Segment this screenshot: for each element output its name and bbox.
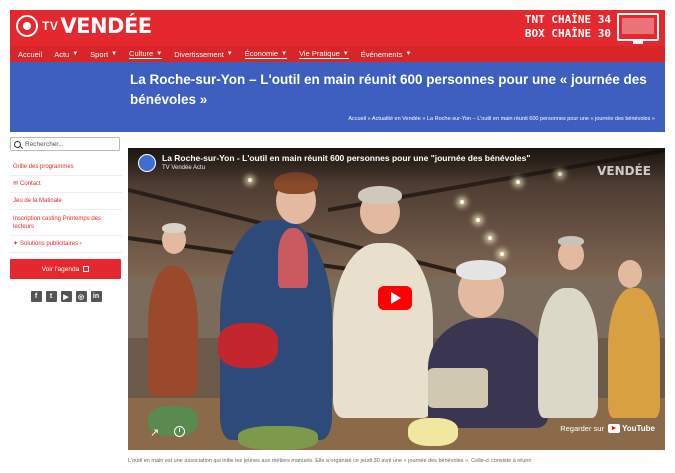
search-icon bbox=[14, 140, 21, 148]
facebook-icon[interactable]: f bbox=[30, 291, 42, 302]
social-links: f t ▶ ◎ in bbox=[10, 291, 122, 302]
page-title: La Roche-sur-Yon – L'outil en main réuni… bbox=[130, 72, 647, 107]
main-nav: Accueil Actu ▼ Sport ▼ Culture ▼ Divertisse… bbox=[10, 46, 665, 62]
channel-tnt: TNT CHAÎNE 34 bbox=[524, 13, 611, 26]
nav-item-economie[interactable]: Économie ▼ bbox=[244, 49, 288, 59]
sidebar: Rechercher... Grille des programmes ✉ Con… bbox=[10, 137, 122, 302]
sidebar-item-publicite[interactable]: ✦ Solutions publicitaires › bbox=[10, 236, 122, 253]
calendar-icon bbox=[83, 266, 90, 272]
tv-icon bbox=[617, 13, 659, 44]
mail-icon: ✉ bbox=[13, 181, 19, 187]
channel-info: TNT CHAÎNE 34 BOX CHAÎNE 30 bbox=[525, 13, 611, 41]
watch-on-label: Regarder sur bbox=[560, 424, 604, 433]
article-intro: L'outil en main est une association qui … bbox=[128, 458, 532, 464]
nav-item-culture[interactable]: Culture ▼ bbox=[129, 49, 163, 59]
video-watermark: VENDÉE bbox=[597, 164, 651, 178]
chevron-down-icon: ▼ bbox=[111, 51, 118, 57]
search-input[interactable]: Rechercher... bbox=[10, 137, 120, 151]
breadcrumb[interactable]: Accueil » Actualité en Vendée » La Roche… bbox=[348, 116, 655, 122]
chevron-down-icon: ▼ bbox=[342, 50, 349, 57]
share-icon[interactable]: ↗ bbox=[150, 426, 162, 439]
nav-item-divertissement[interactable]: Divertissement ▼ bbox=[174, 50, 233, 59]
sidebar-item-jeu-matinale[interactable]: Jeu de la Matinale bbox=[10, 193, 122, 210]
agenda-button[interactable]: Voir l'agenda bbox=[10, 259, 121, 279]
logo-mark-icon bbox=[16, 15, 38, 37]
video-channel[interactable]: TV Vendée Actu bbox=[162, 165, 205, 171]
title-band: La Roche-sur-Yon – L'outil en main réuni… bbox=[10, 62, 665, 132]
nav-item-actu[interactable]: Actu ▼ bbox=[54, 50, 78, 59]
youtube-icon[interactable]: ▶ bbox=[60, 291, 72, 302]
site-logo[interactable]: TV VENDÉE bbox=[16, 14, 152, 38]
twitter-icon[interactable]: t bbox=[45, 291, 57, 302]
video-player[interactable]: La Roche-sur-Yon - L'outil en main réuni… bbox=[128, 148, 665, 450]
logo-tv-text: TV bbox=[42, 19, 59, 33]
sidebar-links: Grille des programmes ✉ Contact Jeu de la… bbox=[10, 159, 122, 253]
chevron-down-icon: ▼ bbox=[405, 51, 412, 57]
nav-item-accueil[interactable]: Accueil bbox=[18, 50, 42, 59]
play-button[interactable] bbox=[378, 286, 412, 310]
nav-item-vie-pratique[interactable]: Vie Pratique ▼ bbox=[299, 49, 349, 59]
sidebar-item-contact[interactable]: ✉ Contact bbox=[10, 176, 122, 193]
channel-avatar[interactable] bbox=[138, 154, 156, 172]
nav-item-evenements[interactable]: Événements ▼ bbox=[361, 50, 412, 59]
watch-later-icon[interactable] bbox=[174, 426, 185, 437]
channel-box: BOX CHAÎNE 30 bbox=[524, 27, 611, 40]
chevron-down-icon: ▼ bbox=[281, 50, 288, 57]
watch-on-youtube-button[interactable]: Regarder sur YouTube bbox=[560, 424, 655, 433]
site-header: TV VENDÉE TNT CHAÎNE 34 BOX CHAÎNE 30 bbox=[10, 10, 665, 46]
nav-item-sport[interactable]: Sport ▼ bbox=[90, 50, 117, 59]
chevron-right-icon: › bbox=[78, 241, 82, 247]
logo-brand-text: VENDÉE bbox=[60, 14, 152, 38]
search-placeholder: Rechercher... bbox=[25, 140, 64, 148]
video-title[interactable]: La Roche-sur-Yon - L'outil en main réuni… bbox=[162, 153, 530, 163]
instagram-icon[interactable]: ◎ bbox=[75, 291, 87, 302]
sidebar-item-programmes[interactable]: Grille des programmes bbox=[10, 159, 122, 176]
chevron-down-icon: ▼ bbox=[226, 51, 233, 57]
megaphone-icon: ✦ bbox=[13, 241, 19, 247]
sidebar-item-casting[interactable]: Inscription casting Printemps des lecteu… bbox=[10, 210, 122, 236]
chevron-down-icon: ▼ bbox=[156, 50, 163, 57]
chevron-down-icon: ▼ bbox=[72, 51, 79, 57]
youtube-logo-icon: YouTube bbox=[607, 424, 655, 433]
linkedin-icon[interactable]: in bbox=[90, 291, 102, 302]
